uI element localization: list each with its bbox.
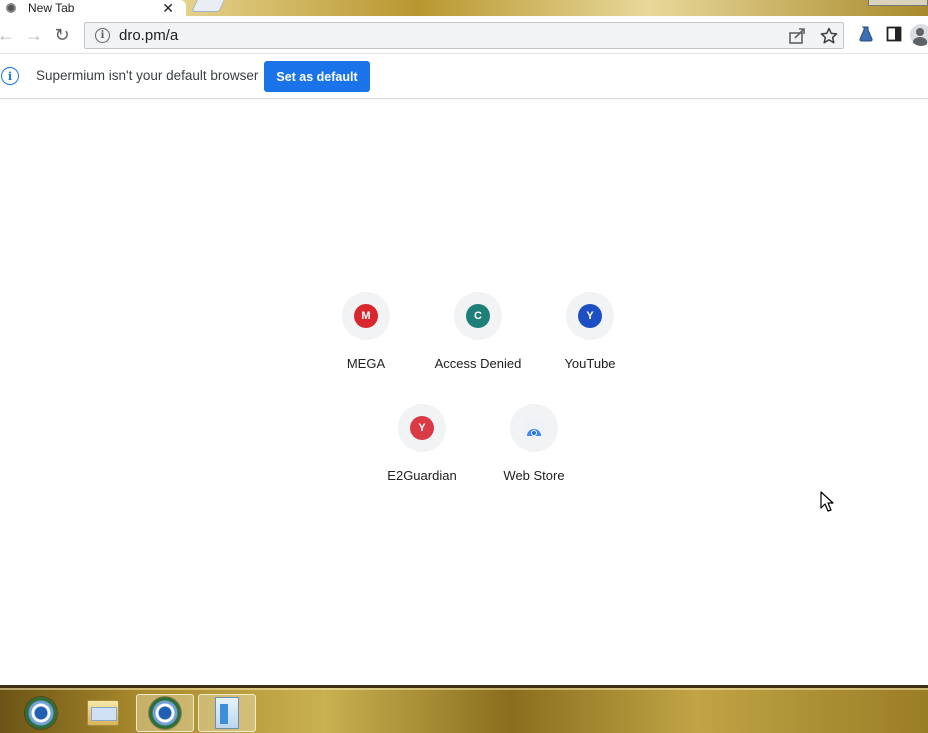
shortcut-letter-icon: Y xyxy=(578,304,602,328)
default-browser-infobar: i Supermium isn't your default browser S… xyxy=(0,54,928,99)
taskbar xyxy=(0,685,928,733)
tab-new-tab[interactable]: New Tab ✕ xyxy=(0,0,186,16)
shortcut-icon-circle xyxy=(510,404,558,452)
taskbar-chrome-active-button[interactable] xyxy=(136,694,194,732)
browser-toolbar: ← → ↻ i dro.pm/a xyxy=(0,16,928,54)
url-text[interactable]: dro.pm/a xyxy=(119,27,178,45)
info-icon: i xyxy=(1,67,19,85)
shortcut-label: Access Denied xyxy=(434,356,522,371)
tab-strip: New Tab ✕ xyxy=(0,0,928,16)
shortcut-tile[interactable]: Web Store xyxy=(478,404,590,516)
document-app-icon xyxy=(215,697,239,729)
side-panel-icon[interactable] xyxy=(886,26,902,42)
shortcut-tile[interactable]: Y YouTube xyxy=(534,292,646,404)
shortcut-letter-icon: M xyxy=(354,304,378,328)
shortcut-tile[interactable]: M MEGA xyxy=(310,292,422,404)
reload-button[interactable]: ↻ xyxy=(50,23,74,47)
shortcut-tile[interactable]: C Access Denied xyxy=(422,292,534,404)
new-tab-button[interactable] xyxy=(191,0,225,12)
set-as-default-button[interactable]: Set as default xyxy=(264,61,370,92)
tab-favicon-icon xyxy=(6,3,16,13)
bookmark-star-icon[interactable] xyxy=(819,26,839,46)
share-icon[interactable] xyxy=(787,26,807,46)
shortcut-label: Web Store xyxy=(503,468,565,483)
shortcut-letter-icon: Y xyxy=(410,416,434,440)
shortcut-tile[interactable]: Y E2Guardian xyxy=(366,404,478,516)
new-tab-page: M MEGA C Access Denied Y YouTube Y E2Guardian We… xyxy=(0,100,928,685)
chrome-app-icon xyxy=(25,697,57,729)
chrome-app-icon xyxy=(149,697,181,729)
tab-title: New Tab xyxy=(28,1,75,15)
forward-button[interactable]: → xyxy=(22,23,46,47)
shortcut-icon-circle: M xyxy=(342,292,390,340)
web-store-icon xyxy=(524,418,544,438)
address-bar[interactable]: i dro.pm/a xyxy=(84,22,844,49)
folder-app-icon xyxy=(87,700,119,726)
shortcut-icon-circle: Y xyxy=(566,292,614,340)
shortcut-icon-circle: C xyxy=(454,292,502,340)
taskbar-document-button[interactable] xyxy=(198,694,256,732)
back-button[interactable]: ← xyxy=(0,23,18,47)
taskbar-explorer-button[interactable] xyxy=(74,694,132,732)
mouse-cursor-icon xyxy=(820,491,834,512)
infobar-message: Supermium isn't your default browser xyxy=(36,68,259,83)
extension-icon[interactable] xyxy=(857,25,875,43)
shortcut-label: YouTube xyxy=(564,356,616,371)
profile-avatar-icon[interactable] xyxy=(910,24,928,46)
shortcut-letter-icon: C xyxy=(466,304,490,328)
shortcut-label: MEGA xyxy=(346,356,386,371)
shortcut-label: E2Guardian xyxy=(387,468,457,483)
shortcut-icon-circle: Y xyxy=(398,404,446,452)
tab-close-icon[interactable]: ✕ xyxy=(162,1,174,15)
site-info-icon[interactable]: i xyxy=(95,28,110,43)
taskbar-chrome-button[interactable] xyxy=(12,694,70,732)
window-controls[interactable] xyxy=(868,0,928,6)
